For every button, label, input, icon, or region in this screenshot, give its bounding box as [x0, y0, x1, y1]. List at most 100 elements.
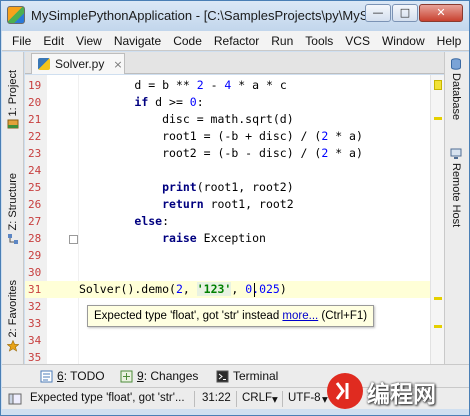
line-number: 27: [28, 215, 42, 228]
project-icon: [7, 119, 19, 129]
caret-position[interactable]: 31:22: [202, 392, 231, 404]
menu-run[interactable]: Run: [265, 31, 299, 51]
code-line: 26 return root1, root2: [25, 196, 430, 213]
code-line: 25 print(root1, root2): [25, 179, 430, 196]
editor-vertical-scrollbar[interactable]: [430, 75, 444, 364]
status-toggle-icon[interactable]: [8, 392, 22, 406]
line-number: 30: [28, 266, 42, 279]
code-line: 30: [25, 264, 430, 281]
close-tab-icon[interactable]: ×: [113, 58, 122, 71]
favorites-tool-tab[interactable]: 2: Favorites: [4, 274, 22, 358]
maximize-button[interactable]: □: [392, 4, 418, 22]
line-number: 24: [28, 164, 42, 177]
star-icon: [7, 339, 19, 352]
line-separator-arrow-icon[interactable]: ▾: [272, 392, 278, 406]
warning-stripe-mark[interactable]: [434, 117, 442, 120]
changes-tool-tab[interactable]: 9: Changes: [120, 369, 198, 383]
changes-tool-label: 9: Changes: [137, 369, 199, 383]
structure-tool-label: Z: Structure: [7, 173, 19, 231]
line-number: 26: [28, 198, 42, 211]
title-bar: MySimplePythonApplication - [C:\SamplesP…: [1, 1, 469, 31]
menu-refactor[interactable]: Refactor: [208, 31, 265, 51]
fold-marker-icon[interactable]: [69, 235, 78, 244]
code-text: disc = math.sqrt(d): [79, 112, 294, 126]
site-watermark: 编程网: [327, 371, 469, 415]
menu-bar: File Edit View Navigate Code Refactor Ru…: [2, 31, 469, 51]
code-line: 29: [25, 247, 430, 264]
line-number: 25: [28, 181, 42, 194]
status-divider: [282, 391, 283, 407]
status-message: Expected type 'float', got 'str'...: [30, 392, 185, 404]
line-number: 19: [28, 79, 42, 92]
code-line: 21 disc = math.sqrt(d): [25, 111, 430, 128]
pycharm-app-icon: [7, 6, 25, 24]
code-text: root1 = (-b + disc) / (2 * a): [79, 129, 363, 143]
warning-stripe-mark[interactable]: [434, 325, 442, 328]
left-tool-strip: 1: Project Z: Structure 2: Favorites: [2, 52, 24, 364]
database-tool-tab[interactable]: Database: [450, 58, 462, 120]
project-tool-label: 1: Project: [7, 69, 19, 117]
line-number: 33: [28, 317, 42, 330]
code-text: if d >= 0:: [134, 95, 204, 109]
code-line: 22 root1 = (-b + disc) / (2 * a): [25, 128, 430, 145]
line-number: 21: [28, 113, 42, 126]
structure-icon: [8, 233, 18, 244]
line-number: 28: [28, 232, 42, 245]
file-encoding[interactable]: UTF-8: [288, 392, 321, 404]
menu-window[interactable]: Window: [376, 31, 431, 51]
menu-vcs[interactable]: VCS: [339, 31, 376, 51]
tooltip-message: Expected type 'float', got 'str' instead: [94, 310, 280, 322]
menu-navigate[interactable]: Navigate: [108, 31, 167, 51]
window-title: MySimplePythonApplication - [C:\SamplesP…: [31, 8, 383, 23]
status-divider: [194, 391, 195, 407]
todo-tool-tab[interactable]: 6: TODO: [40, 369, 105, 383]
warning-stripe-mark[interactable]: [434, 297, 442, 300]
right-tool-strip: Database Remote Host: [444, 52, 469, 364]
tooltip-more-link[interactable]: more...: [282, 310, 318, 322]
menu-view[interactable]: View: [70, 31, 108, 51]
code-line: 34: [25, 332, 430, 349]
editor-tab-solver[interactable]: Solver.py ×: [31, 53, 125, 74]
line-number: 34: [28, 334, 42, 347]
menu-help[interactable]: Help: [431, 31, 468, 51]
ide-window: MySimplePythonApplication - [C:\SamplesP…: [0, 0, 470, 416]
line-number: 31: [28, 283, 42, 296]
current-code-line: 31 Solver().demo(2, '123', 0.025): [25, 281, 430, 298]
structure-tool-tab[interactable]: Z: Structure: [4, 148, 22, 270]
editor-tab-bar: Solver.py ×: [25, 52, 444, 74]
line-number: 29: [28, 249, 42, 262]
warning-summary-icon[interactable]: [434, 80, 442, 90]
code-line: 19 d = b ** 2 - 4 * a * c: [25, 77, 430, 94]
code-text: d = b ** 2 - 4 * a * c: [79, 78, 287, 92]
line-number: 20: [28, 96, 42, 109]
remote-host-tool-label: Remote Host: [450, 163, 462, 228]
terminal-tool-label: Terminal: [233, 369, 279, 383]
menu-edit[interactable]: Edit: [37, 31, 70, 51]
close-window-button[interactable]: ✕: [419, 4, 463, 22]
code-line: 27 else:: [25, 213, 430, 230]
todo-tool-label: 6: TODO: [57, 369, 105, 383]
code-text: else:: [134, 214, 170, 228]
line-separator[interactable]: CRLF: [242, 392, 272, 404]
favorites-tool-label: 2: Favorites: [7, 280, 19, 338]
menu-tools[interactable]: Tools: [299, 31, 339, 51]
menu-code[interactable]: Code: [167, 31, 208, 51]
watermark-logo-icon: [327, 373, 363, 409]
python-file-icon: [38, 58, 50, 70]
remote-host-tool-tab[interactable]: Remote Host: [450, 148, 462, 227]
line-number: 32: [28, 300, 42, 313]
code-text: Solver().demo(2, '123', 0.025): [79, 282, 287, 296]
code-text: return root1, root2: [162, 197, 294, 211]
terminal-tool-tab[interactable]: Terminal: [216, 369, 278, 383]
code-line: 28 raise Exception: [25, 230, 430, 247]
code-text: root2 = (-b - disc) / (2 * a): [79, 146, 363, 160]
tooltip-shortcut: (Ctrl+F1): [321, 310, 368, 322]
code-line: 20 if d >= 0:: [25, 94, 430, 111]
project-tool-tab[interactable]: 1: Project: [4, 60, 22, 140]
status-divider: [236, 391, 237, 407]
minimize-button[interactable]: —: [365, 4, 391, 22]
menu-file[interactable]: File: [6, 31, 37, 51]
terminal-icon: [216, 370, 229, 382]
database-tool-label: Database: [450, 73, 462, 121]
changes-icon: [120, 370, 133, 382]
